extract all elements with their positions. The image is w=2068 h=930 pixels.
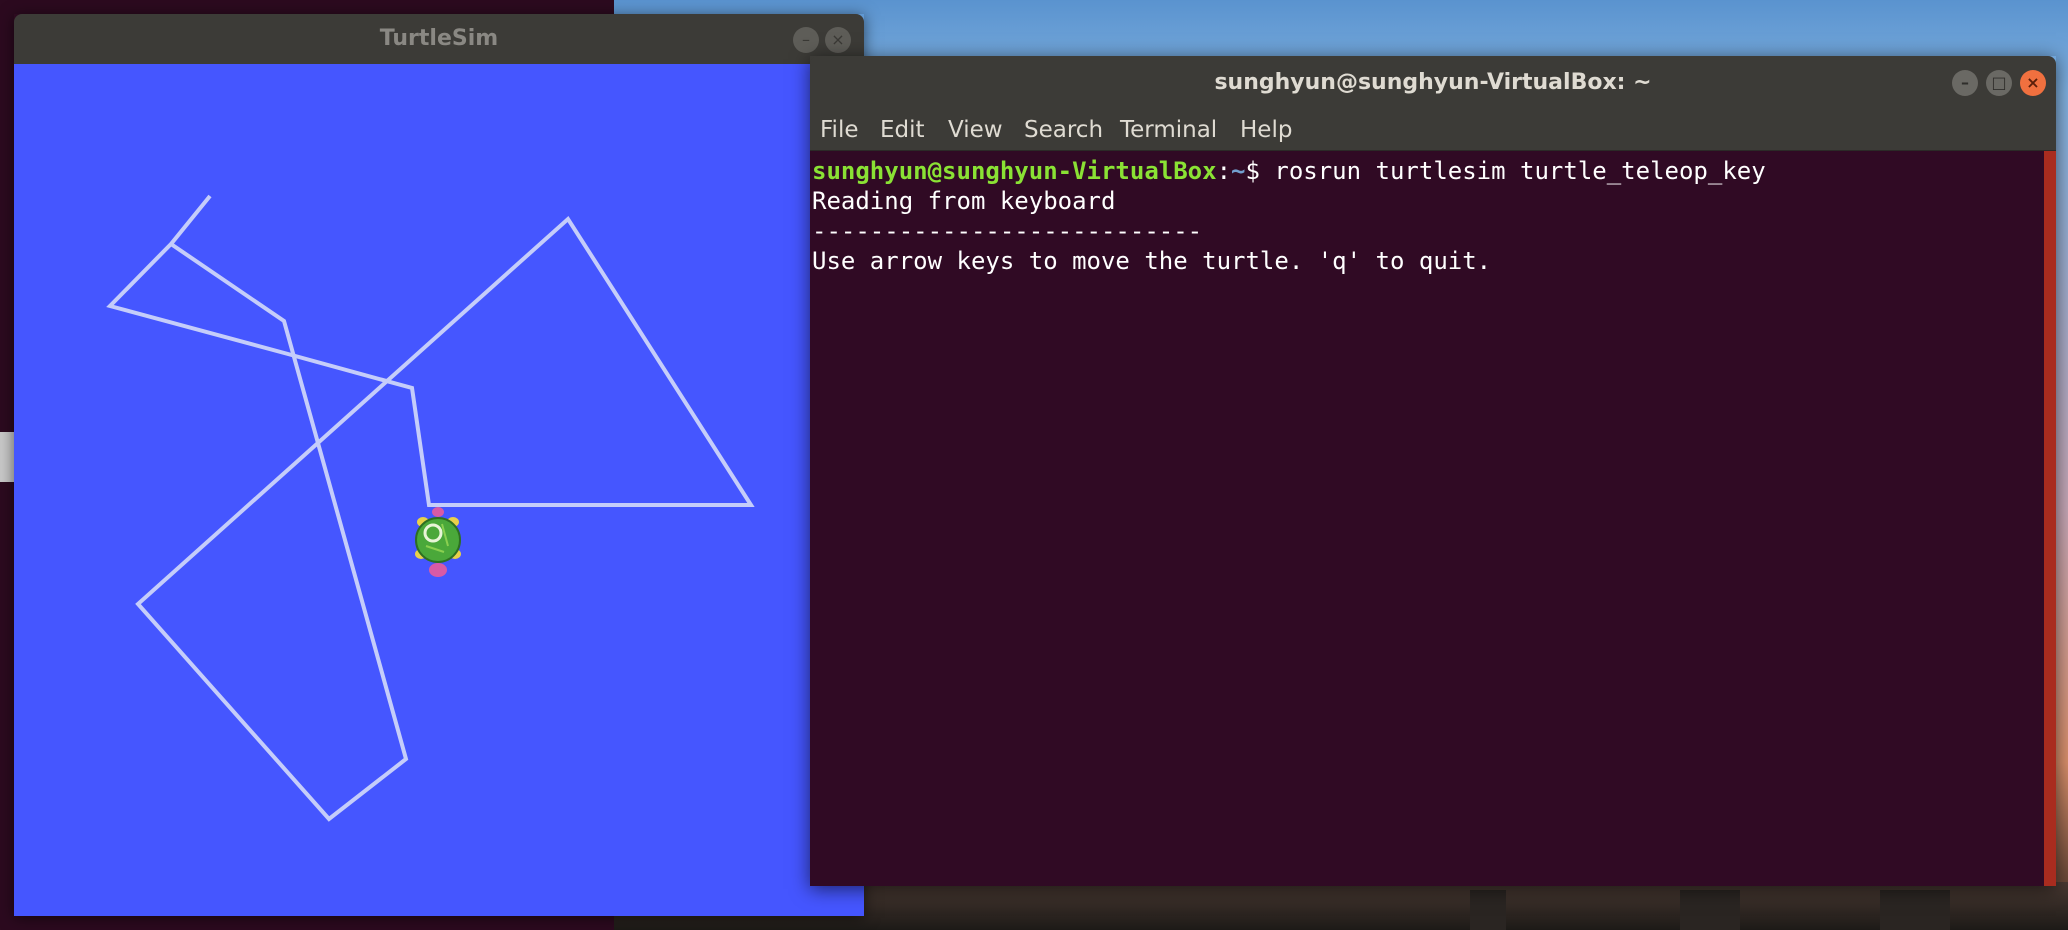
turtlesim-window: TurtleSim – ×: [14, 14, 864, 916]
terminal-titlebar[interactable]: sunghyun@sunghyun-VirtualBox: ~ – □ ×: [810, 56, 2056, 110]
terminal-output-line: Reading from keyboard: [812, 187, 1116, 215]
prompt-symbol: $: [1245, 157, 1260, 185]
menu-terminal[interactable]: Terminal: [1120, 110, 1217, 150]
prompt-path: ~: [1231, 157, 1246, 185]
turtlesim-title: TurtleSim: [379, 26, 499, 51]
terminal-scrollbar[interactable]: [2044, 151, 2056, 886]
menu-view[interactable]: View: [948, 110, 1003, 150]
close-icon[interactable]: ×: [825, 27, 851, 53]
wallpaper-building: [1880, 890, 1950, 930]
terminal-menubar: File Edit View Search Terminal Help: [810, 110, 2056, 151]
menu-help[interactable]: Help: [1240, 110, 1292, 150]
turtle-path-drawing: [106, 194, 755, 822]
terminal-command-line: sunghyun@sunghyun-VirtualBox:~$ rosrun t…: [812, 156, 1766, 186]
terminal-command: rosrun turtlesim turtle_teleop_key: [1259, 157, 1766, 185]
menu-search[interactable]: Search: [1024, 110, 1103, 150]
close-icon[interactable]: ×: [2020, 70, 2046, 96]
prompt-separator: :: [1216, 157, 1232, 185]
turtle-path: [106, 194, 755, 822]
terminal-output-area[interactable]: sunghyun@sunghyun-VirtualBox:~$ rosrun t…: [810, 151, 2044, 886]
turtle-icon: [415, 507, 461, 577]
turtlesim-titlebar[interactable]: TurtleSim – ×: [14, 14, 864, 64]
terminal-output-line: Use arrow keys to move the turtle. 'q' t…: [812, 247, 1492, 275]
maximize-icon[interactable]: □: [1986, 70, 2012, 96]
terminal-output-line: ---------------------------: [812, 217, 1203, 245]
terminal-title: sunghyun@sunghyun-VirtualBox: ~: [1214, 70, 1652, 95]
prompt-user: sunghyun@sunghyun-VirtualBox: [812, 157, 1217, 185]
wallpaper-building: [1680, 890, 1740, 930]
terminal-window: sunghyun@sunghyun-VirtualBox: ~ – □ × Fi…: [810, 56, 2056, 886]
menu-edit[interactable]: Edit: [880, 110, 925, 150]
background-terminal-titlebar: [0, 432, 14, 482]
minimize-icon[interactable]: –: [1952, 70, 1978, 96]
turtlesim-canvas: [14, 64, 864, 916]
minimize-icon[interactable]: –: [793, 27, 819, 53]
menu-file[interactable]: File: [820, 110, 859, 150]
wallpaper-building: [1470, 890, 1506, 930]
